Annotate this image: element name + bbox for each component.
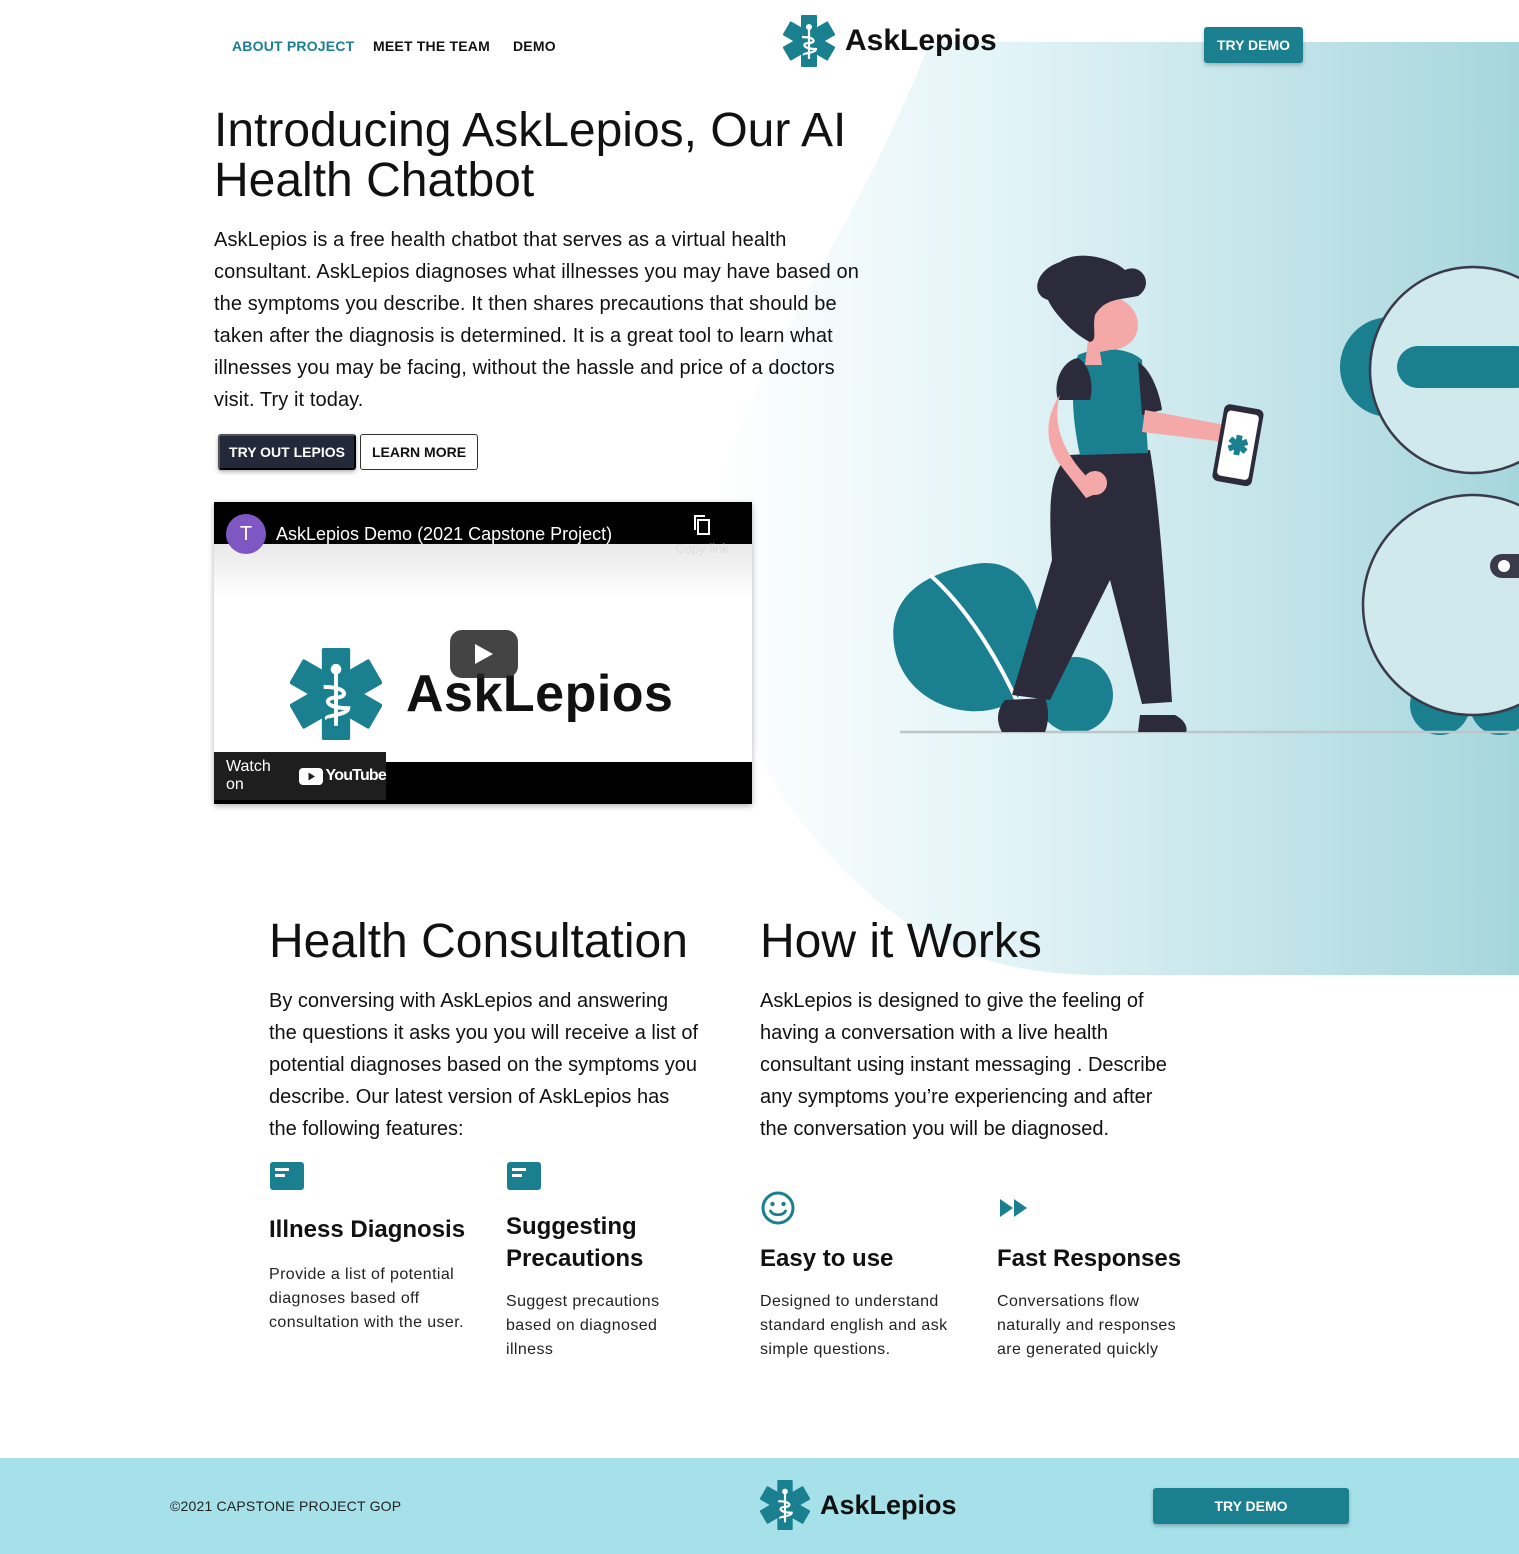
try-out-lepios-button[interactable]: TRY OUT LEPIOS [218,434,356,470]
footer-brand-name: AskLepios [820,1489,957,1520]
card-icon [507,1162,541,1190]
try-demo-button[interactable]: TRY DEMO [1204,27,1303,63]
feature-title-fast-responses: Fast Responses [997,1245,1182,1272]
youtube-video-embed[interactable]: AskLepios T AskLepios Demo (2021 Capston… [214,502,752,804]
youtube-logo: YouTube [298,767,387,785]
star-of-life-icon [783,15,835,67]
footer-copyright: ©2021 CAPSTONE PROJECT GOP [170,1498,402,1514]
learn-more-button[interactable]: LEARN MORE [360,434,478,470]
brand-logo[interactable]: AskLepios [783,15,997,67]
feature-text-easy-to-use: Designed to understand standard english … [760,1293,948,1358]
nav-link-meet-the-team[interactable]: MEET THE TEAM [373,38,490,54]
feature-title-easy-to-use: Easy to use [760,1245,894,1272]
woman-hand-left [1083,471,1107,495]
copy-link-button[interactable]: Copy link [672,514,732,556]
feature-text-fast-responses: Conversations flow naturally and respons… [997,1293,1177,1358]
youtube-wordmark: YouTube [325,767,387,784]
play-button[interactable] [450,630,518,678]
brand-name: AskLepios [845,24,997,57]
watch-on-youtube-button[interactable]: Watch on YouTube [214,752,387,800]
woman-with-phone-illustration [893,255,1519,735]
woman-sleeve-right [1138,362,1162,415]
phone-illustration [1212,404,1264,487]
woman-arm-right [1142,410,1225,442]
video-logo-text: AskLepios [406,665,674,723]
woman-shoe-left [998,698,1049,732]
copy-icon [694,515,710,535]
how-it-works-text: AskLepios is designed to give the feelin… [760,990,1167,1140]
video-title[interactable]: AskLepios Demo (2021 Capstone Project) [276,524,612,545]
smiley-icon [761,1191,795,1225]
copy-link-label: Copy link [675,541,729,556]
top-navbar: ABOUT PROJECT MEET THE TEAM DEMO AskLepi… [0,0,1519,90]
footer: ©2021 CAPSTONE PROJECT GOP AskLepios TRY… [0,1458,1519,1554]
footer-try-demo-button[interactable]: TRY DEMO [1153,1488,1349,1524]
footer-brand-logo[interactable]: AskLepios [760,1480,957,1530]
star-of-life-icon [760,1480,810,1530]
health-consultation-text: By conversing with AskLepios and answeri… [269,990,699,1140]
decor-pill [1397,346,1519,388]
star-of-life-icon [290,648,382,740]
feature-title-illness-diagnosis: Illness Diagnosis [269,1216,466,1243]
play-icon [475,644,493,664]
decor-circle-bottom [1361,493,1519,717]
youtube-icon [298,767,323,785]
feature-text-suggesting-precautions: Suggest precautions based on diagnosed i… [506,1293,660,1358]
card-icon [270,1162,304,1190]
hero-title: Introducing AskLepios, Our AI Health Cha… [214,104,847,207]
decor-toggle-knob [1498,560,1510,572]
health-consultation-title: Health Consultation [269,915,688,968]
hero-description: AskLepios is a free health chatbot that … [214,229,859,411]
how-it-works-title: How it Works [760,915,1042,968]
woman-shoe-right [1138,715,1187,732]
watch-on-label: Watch on [226,758,271,793]
fast-forward-icon [1000,1199,1027,1217]
channel-avatar[interactable]: T [226,514,266,554]
nav-link-about-project[interactable]: ABOUT PROJECT [232,38,354,54]
feature-text-illness-diagnosis: Provide a list of potential diagnoses ba… [269,1266,464,1331]
feature-title-suggesting-precautions: Suggesting Precautions [506,1213,644,1272]
nav-link-demo[interactable]: DEMO [513,38,556,54]
